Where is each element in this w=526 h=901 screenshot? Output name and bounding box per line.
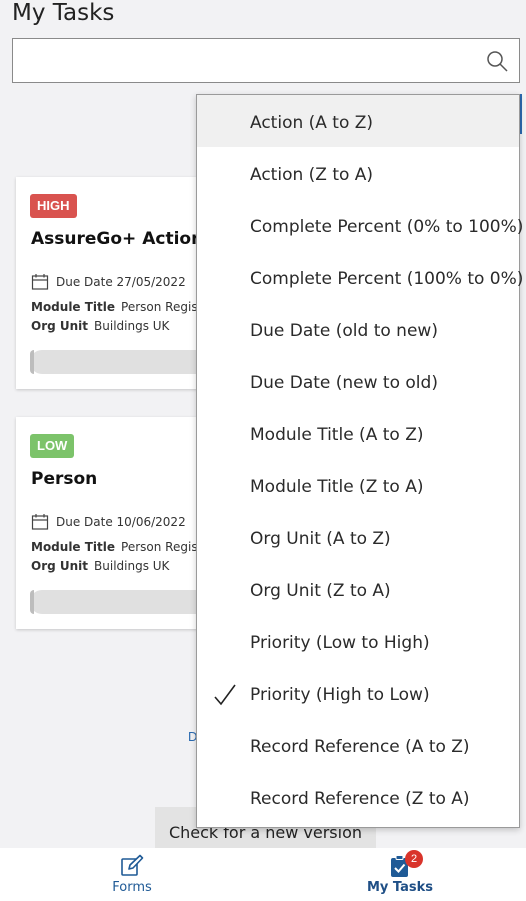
task-count-badge: 2	[405, 850, 423, 868]
org-unit-value: Buildings UK	[94, 319, 170, 333]
sort-option-label: Due Date (new to old)	[250, 373, 438, 393]
sort-option[interactable]: Complete Percent (0% to 100%)	[197, 199, 523, 251]
module-title-row: Module Title Person Register	[31, 300, 215, 314]
nav-forms[interactable]: Forms	[72, 854, 192, 895]
sort-option[interactable]: Complete Percent (100% to 0%)	[197, 251, 523, 303]
progress-bar	[30, 590, 211, 614]
due-date-row: Due Date 27/05/2022	[31, 273, 186, 291]
checkmark-icon	[214, 684, 236, 706]
sort-option-label: Org Unit (A to Z)	[250, 529, 391, 549]
progress-bar	[30, 350, 211, 374]
priority-badge: HIGH	[30, 194, 77, 218]
search-input[interactable]	[12, 38, 520, 83]
org-unit-row: Org Unit Buildings UK	[31, 559, 169, 573]
org-unit-value: Buildings UK	[94, 559, 170, 573]
progress-fill	[30, 350, 34, 374]
sort-option[interactable]: Action (Z to A)	[197, 147, 519, 199]
module-title-label: Module Title	[31, 540, 116, 554]
org-unit-row: Org Unit Buildings UK	[31, 319, 169, 333]
nav-my-tasks-label: My Tasks	[366, 880, 434, 895]
due-date: Due Date 27/05/2022	[56, 275, 186, 289]
sort-option[interactable]: Due Date (new to old)	[197, 355, 519, 407]
due-date-row: Due Date 10/06/2022	[31, 513, 186, 531]
task-title: AssureGo+ Action	[31, 229, 204, 249]
sort-option-label: Org Unit (Z to A)	[250, 581, 391, 601]
task-card[interactable]: HIGH AssureGo+ Action Due Date 27/05/202…	[16, 177, 215, 389]
sort-option-label: Priority (High to Low)	[250, 685, 430, 705]
task-title: Person	[31, 469, 98, 489]
sort-option-label: Complete Percent (0% to 100%)	[250, 217, 524, 237]
org-unit-label: Org Unit	[31, 319, 89, 333]
calendar-icon	[31, 274, 49, 290]
sort-option[interactable]: Due Date (old to new)	[197, 303, 519, 355]
sort-option-label: Complete Percent (100% to 0%)	[250, 269, 524, 289]
due-date: Due Date 10/06/2022	[56, 515, 186, 529]
sort-option[interactable]: Record Reference (Z to A)	[197, 771, 519, 823]
sort-option-label: Record Reference (A to Z)	[250, 737, 470, 757]
sort-option[interactable]: Priority (Low to High)	[197, 615, 519, 667]
sort-option-label: Record Reference (Z to A)	[250, 789, 470, 809]
sort-option[interactable]: Action (A to Z)	[197, 95, 519, 147]
calendar-icon	[31, 514, 49, 530]
progress-fill	[30, 590, 34, 614]
sort-option-label: Module Title (Z to A)	[250, 477, 424, 497]
org-unit-label: Org Unit	[31, 559, 89, 573]
sort-option-label: Module Title (A to Z)	[250, 425, 424, 445]
sort-option[interactable]: Module Title (Z to A)	[197, 459, 519, 511]
sort-option[interactable]: Record Reference (A to Z)	[197, 719, 519, 771]
nav-my-tasks[interactable]: 2 My Tasks	[340, 850, 460, 895]
priority-badge: LOW	[30, 434, 75, 458]
search-icon[interactable]	[485, 49, 509, 73]
bottom-nav: Forms 2 My Tasks	[0, 848, 526, 901]
task-card[interactable]: LOW Person Due Date 10/06/2022 Module Ti…	[16, 417, 215, 629]
sort-option-label: Priority (Low to High)	[250, 633, 430, 653]
sort-menu: Action (A to Z) Action (Z to A) Complete P…	[196, 94, 523, 828]
module-title-label: Module Title	[31, 300, 116, 314]
page-title: My Tasks	[12, 0, 115, 26]
module-title-row: Module Title Person Register	[31, 540, 215, 554]
sort-option-label: Action (Z to A)	[250, 165, 374, 185]
sort-option[interactable]: Org Unit (A to Z)	[197, 511, 519, 563]
sort-option-label: Action (A to Z)	[250, 113, 374, 133]
nav-forms-label: Forms	[112, 880, 152, 895]
sort-option[interactable]: Module Title (A to Z)	[197, 407, 519, 459]
sort-option[interactable]: Org Unit (Z to A)	[197, 563, 519, 615]
sort-option[interactable]: Priority (High to Low)	[197, 667, 519, 719]
sort-option-label: Due Date (old to new)	[250, 321, 438, 341]
edit-form-icon	[121, 854, 144, 876]
